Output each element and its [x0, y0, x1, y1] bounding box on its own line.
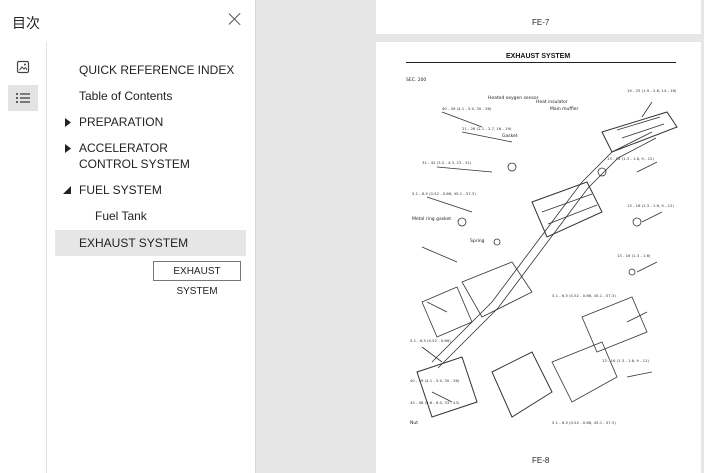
page-title: EXHAUST SYSTEM [506, 53, 571, 60]
caret-right-icon[interactable] [65, 118, 71, 127]
toc-item-exhaust-system[interactable]: EXHAUST SYSTEM [55, 230, 246, 256]
svg-text:5.1 - 6.5 (0.52 - 0.66): 5.1 - 6.5 (0.52 - 0.66) [410, 338, 451, 343]
page-number-bottom: FE-8 [532, 456, 550, 465]
svg-text:13 - 16 (1.3 - 1.6): 13 - 16 (1.3 - 1.6) [617, 253, 651, 258]
toc-item-fuel-system[interactable]: FUEL SYSTEM [46, 182, 245, 198]
svg-text:21 - 26 (2.1 - 2.7, 16 - 19): 21 - 26 (2.1 - 2.7, 16 - 19) [462, 126, 512, 131]
svg-text:Gasket: Gasket [502, 133, 518, 139]
sidebar-tab-bar [0, 42, 47, 473]
svg-text:SEC. 200: SEC. 200 [406, 77, 426, 83]
toc-item-preparation[interactable]: PREPARATION [46, 114, 245, 130]
svg-text:13 - 16 (1.3 - 1.6, 9 - 12): 13 - 16 (1.3 - 1.6, 9 - 12) [627, 203, 674, 208]
svg-text:19 - 25 (1.9 - 2.6, 14 - 18): 19 - 25 (1.9 - 2.6, 14 - 18) [627, 88, 677, 93]
thumbnails-tab[interactable] [8, 54, 38, 80]
close-icon[interactable] [227, 11, 243, 27]
svg-text:40 - 49 (4.1 - 5.0, 30 - 36): 40 - 49 (4.1 - 5.0, 30 - 36) [442, 106, 492, 111]
svg-text:Spring: Spring [470, 238, 485, 244]
toc-item-table-of-contents[interactable]: Table of Contents [46, 88, 245, 104]
svg-text:13 - 16 (1.3 - 1.6, 9 - 12): 13 - 16 (1.3 - 1.6, 9 - 12) [602, 358, 649, 363]
svg-text:45 - 58 (4.6 - 6.0, 33 - 43): 45 - 58 (4.6 - 6.0, 33 - 43) [410, 400, 460, 405]
page-number: FE-7 [532, 18, 550, 27]
caret-down-icon[interactable] [63, 186, 71, 194]
toc-item-fuel-tank[interactable]: Fuel Tank [46, 208, 245, 224]
svg-text:31 - 42 (3.2 - 4.3, 23 - 31): 31 - 42 (3.2 - 4.3, 23 - 31) [422, 160, 472, 165]
toc-tab[interactable] [8, 85, 38, 111]
svg-text:Main muffler: Main muffler [550, 106, 579, 112]
sidebar-header: 目次 [0, 0, 256, 42]
svg-text:Heat insulator: Heat insulator [536, 99, 568, 105]
sidebar: 目次 QUICK REFERENCE INDEX Table of Conten… [0, 0, 256, 473]
tooltip: EXHAUST SYSTEM [153, 261, 241, 297]
sidebar-title: 目次 [12, 15, 40, 31]
svg-text:40 - 49 (4.1 - 5.0, 30 - 36): 40 - 49 (4.1 - 5.0, 30 - 36) [410, 378, 460, 383]
list-icon [16, 93, 30, 103]
svg-text:5.1 - 6.5 (0.52 - 0.66, 45.1 -: 5.1 - 6.5 (0.52 - 0.66, 45.1 - 57.3) [552, 420, 616, 425]
toc-item-quick-reference[interactable]: QUICK REFERENCE INDEX [46, 62, 245, 78]
svg-text:5.1 - 6.5 (0.52 - 0.66, 45.1 -: 5.1 - 6.5 (0.52 - 0.66, 45.1 - 57.3) [552, 293, 616, 298]
page-fe7: FE-7 [376, 0, 701, 34]
exhaust-system-diagram: SEC. 200 Heated oxygen sensor Heat insul… [406, 77, 678, 426]
toc-item-accelerator-control[interactable]: ACCELERATOR CONTROL SYSTEM [46, 140, 245, 172]
svg-text:13 - 16 (1.3 - 1.6, 9 - 12): 13 - 16 (1.3 - 1.6, 9 - 12) [607, 156, 654, 161]
image-icon [16, 60, 30, 74]
svg-text:Metal ring gasket: Metal ring gasket [412, 216, 451, 222]
svg-text:Nut: Nut [410, 420, 418, 426]
svg-text:5.1 - 6.5 (0.52 - 0.66, 45.1 -: 5.1 - 6.5 (0.52 - 0.66, 45.1 - 57.3) [412, 191, 476, 196]
svg-text:Heated oxygen sensor: Heated oxygen sensor [488, 95, 539, 101]
caret-right-icon[interactable] [65, 144, 71, 153]
title-rule [406, 62, 676, 63]
